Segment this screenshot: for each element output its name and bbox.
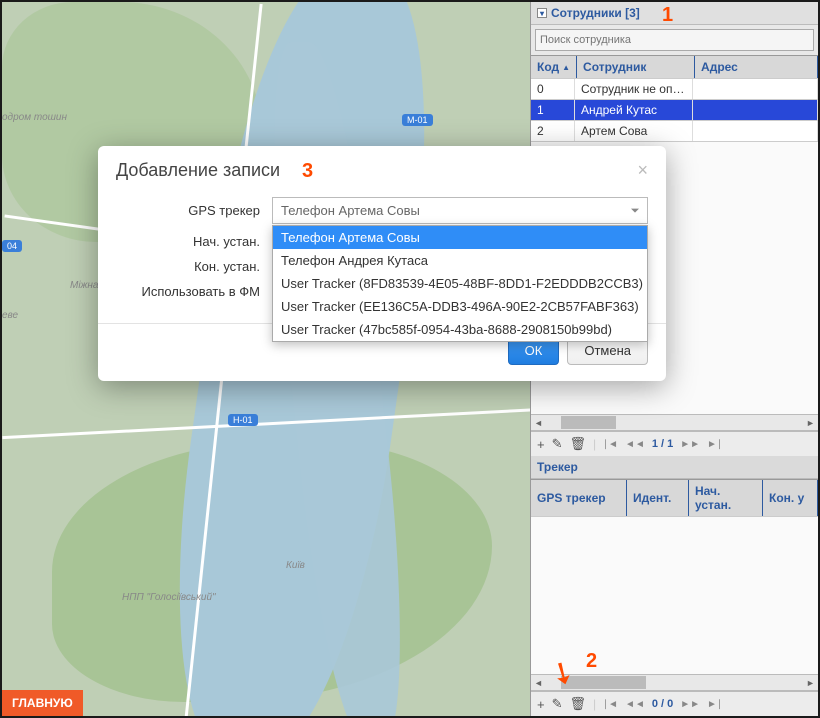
annotation-1: 1 (662, 4, 673, 27)
scroll-thumb[interactable] (561, 416, 616, 429)
gps-select[interactable]: Телефон Артема Совы (272, 197, 648, 224)
table-row[interactable]: 0 Сотрудник не определе (531, 79, 818, 100)
scroll-right-icon[interactable]: ► (803, 418, 818, 428)
scroll-right-icon[interactable]: ► (803, 678, 818, 688)
h-scrollbar[interactable]: ◄ ► (531, 414, 818, 431)
nav-prev-icon[interactable]: ◄◄ (625, 439, 645, 450)
employee-search-input[interactable] (535, 29, 814, 51)
col-address[interactable]: Адрес (695, 56, 818, 78)
dialog-title: Добавление записи (116, 160, 280, 181)
close-icon[interactable]: × (637, 160, 648, 181)
nav-next-icon[interactable]: ►► (680, 439, 700, 450)
tracker-title: Трекер (537, 460, 578, 474)
map-label: одром тошин (2, 112, 67, 123)
col-kod[interactable]: Код▲ (531, 56, 577, 78)
tracker-empty-area (531, 517, 818, 674)
scroll-left-icon[interactable]: ◄ (531, 418, 546, 428)
road-tag: M-01 (402, 114, 433, 126)
nav-last-icon[interactable]: ►∣ (707, 699, 722, 710)
dropdown-option[interactable]: User Tracker (8FD83539-4E05-48BF-8DD1-F2… (273, 272, 647, 295)
dropdown-option[interactable]: Телефон Артема Совы (273, 226, 647, 249)
edit-icon[interactable]: ✎ (552, 436, 563, 452)
tracker-toolbar: + ✎ 🗑 | ∣◄ ◄◄ 0 / 0 ►► ►∣ (531, 691, 818, 716)
dropdown-option[interactable]: User Tracker (47bc585f-0954-43ba-8688-29… (273, 318, 647, 341)
pager-text: 1 / 1 (652, 438, 673, 450)
start-label: Нач. устан. (116, 234, 272, 249)
dropdown-option[interactable]: User Tracker (EE136C5A-DDB3-496A-90E2-2C… (273, 295, 647, 318)
home-button[interactable]: ГЛАВНУЮ (2, 690, 83, 716)
dropdown-option[interactable]: Телефон Андрея Кутаса (273, 249, 647, 272)
gps-dropdown: Телефон Артема Совы Телефон Андрея Кутас… (272, 225, 648, 342)
pager-text: 0 / 0 (652, 698, 673, 710)
usefm-label: Использовать в ФМ (116, 284, 272, 299)
delete-icon[interactable]: 🗑 (570, 696, 587, 712)
add-icon[interactable]: + (537, 697, 545, 712)
add-record-dialog: Добавление записи × GPS трекер Телефон А… (98, 146, 666, 381)
map-label: еве (2, 310, 18, 321)
sort-asc-icon: ▲ (562, 63, 570, 72)
delete-icon[interactable]: 🗑 (570, 436, 587, 452)
annotation-2: 2 (586, 650, 597, 673)
gps-label: GPS трекер (116, 203, 272, 218)
col-end[interactable]: Кон. у (763, 480, 818, 516)
nav-next-icon[interactable]: ►► (680, 699, 700, 710)
employees-title: Сотрудники [3] (551, 6, 640, 20)
map-label: НПП "Голосіївський" (122, 592, 216, 603)
nav-prev-icon[interactable]: ◄◄ (625, 699, 645, 710)
end-label: Кон. устан. (116, 259, 272, 274)
tracker-grid-header: GPS трекер Идент. Нач. устан. Кон. у (531, 480, 818, 517)
edit-icon[interactable]: ✎ (552, 696, 563, 712)
table-row[interactable]: 2 Артем Сова (531, 121, 818, 142)
nav-first-icon[interactable]: ∣◄ (603, 439, 618, 450)
col-gps[interactable]: GPS трекер (531, 480, 627, 516)
road-tag: 04 (2, 240, 22, 252)
road-tag: H-01 (228, 414, 258, 426)
tracker-header[interactable]: Трекер (531, 456, 818, 479)
employees-toolbar: + ✎ 🗑 | ∣◄ ◄◄ 1 / 1 ►► ►∣ (531, 431, 818, 456)
nav-last-icon[interactable]: ►∣ (707, 439, 722, 450)
employees-header[interactable]: ▾ Сотрудники [3] (531, 2, 818, 25)
grid-header-row: Код▲ Сотрудник Адрес (531, 56, 818, 79)
employees-grid: Код▲ Сотрудник Адрес 0 Сотрудник не опре… (531, 55, 818, 142)
nav-first-icon[interactable]: ∣◄ (603, 699, 618, 710)
col-ident[interactable]: Идент. (627, 480, 689, 516)
collapse-icon[interactable]: ▾ (537, 8, 547, 18)
map-label: Київ (286, 560, 305, 571)
col-employee[interactable]: Сотрудник (577, 56, 695, 78)
annotation-3: 3 (302, 160, 313, 183)
table-row[interactable]: 1 Андрей Кутас (531, 100, 818, 121)
add-icon[interactable]: + (537, 437, 545, 452)
col-start[interactable]: Нач. устан. (689, 480, 763, 516)
